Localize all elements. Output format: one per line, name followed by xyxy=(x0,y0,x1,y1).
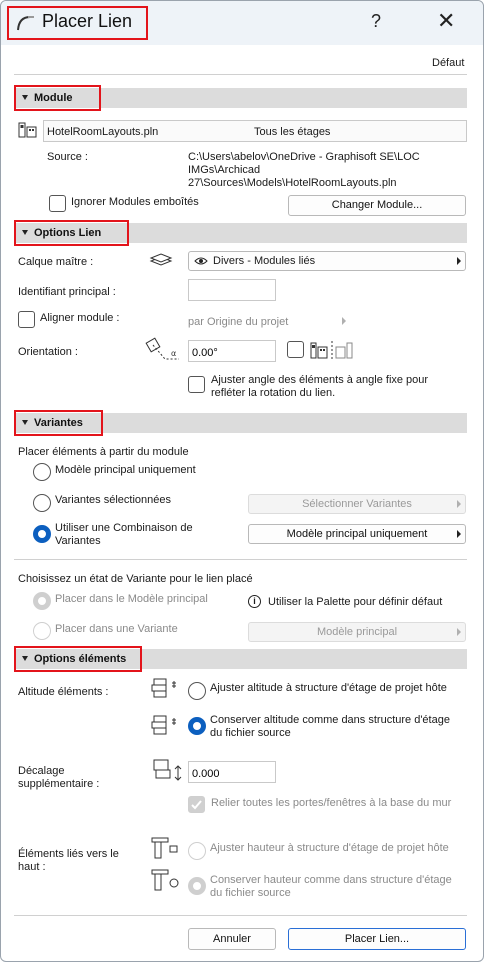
source-label: Source : xyxy=(47,151,88,163)
radio-place-variant-label: Placer dans une Variante xyxy=(55,623,178,635)
radio-keep-height-line1: Conserver hauteur comme dans structure d… xyxy=(210,874,452,886)
collapse-triangle-icon xyxy=(22,655,28,661)
radio-selected-variants[interactable] xyxy=(33,494,51,512)
align-module-value: par Origine du projet xyxy=(188,316,289,328)
radio-keep-height-line2: du fichier source xyxy=(210,887,291,899)
link-options-section-header[interactable]: Options Lien xyxy=(22,227,101,239)
mirror-buildings-icon xyxy=(310,340,358,360)
height-adjust-icon xyxy=(150,836,180,862)
close-button[interactable]: ✕ xyxy=(437,8,455,34)
orientation-angle-icon: α xyxy=(145,337,181,363)
variant-arrow-icon xyxy=(457,628,461,636)
select-variants-arrow-icon xyxy=(457,500,461,508)
radio-adjust-height[interactable] xyxy=(188,842,206,860)
radio-selected-variants-label: Variantes sélectionnées xyxy=(55,494,171,506)
cancel-button[interactable]: Annuler xyxy=(188,928,276,950)
master-layer-value: Divers - Modules liés xyxy=(213,255,316,267)
offset-label-line1: Décalage xyxy=(18,765,65,777)
place-from-label: Placer éléments à partir du module xyxy=(18,446,189,458)
module-building-icon xyxy=(18,121,38,139)
collapse-triangle-icon xyxy=(22,229,28,235)
main-id-label: Identifiant principal : xyxy=(18,286,116,298)
module-floors: Tous les étages xyxy=(254,126,331,138)
align-module-label: Aligner module : xyxy=(40,312,120,324)
elevation-keep-icon xyxy=(150,714,180,736)
combination-dropdown[interactable]: Modèle principal uniquement xyxy=(248,524,466,544)
radio-keep-elevation-line2: du fichier source xyxy=(210,727,291,739)
variants-section-header[interactable]: Variantes xyxy=(22,417,83,429)
connect-doors-checkbox[interactable] xyxy=(188,796,205,813)
radio-use-combination-line2: Variantes xyxy=(55,535,101,547)
source-path-line3: 27\Sources\Models\HotelRoomLayouts.pln xyxy=(188,177,397,189)
palette-info-text: Utiliser la Palette pour définir défaut xyxy=(268,596,443,608)
link-arc-icon xyxy=(16,14,36,32)
variant-state-label: Choisissez un état de Variante pour le l… xyxy=(18,573,253,585)
orientation-label: Orientation : xyxy=(18,346,78,358)
module-file-name: HotelRoomLayouts.pln xyxy=(47,126,159,138)
offset-input[interactable] xyxy=(188,761,276,783)
radio-keep-elevation-line1: Conserver altitude comme dans structure … xyxy=(210,714,450,726)
eye-icon xyxy=(194,256,208,266)
orientation-input[interactable] xyxy=(188,340,276,362)
mirror-checkbox[interactable] xyxy=(287,341,304,358)
divider xyxy=(14,74,467,75)
offset-label-line2: supplémentaire : xyxy=(18,778,100,790)
change-module-button[interactable]: Changer Module... xyxy=(288,195,466,216)
variant-dropdown[interactable]: Modèle principal xyxy=(248,622,466,642)
default-label: Défaut xyxy=(432,57,465,69)
dialog-window xyxy=(0,0,484,962)
element-options-section-header[interactable]: Options éléments xyxy=(22,653,126,665)
radio-place-main[interactable] xyxy=(33,592,51,610)
top-linked-label-line1: Éléments liés vers le xyxy=(18,848,119,860)
ignore-nested-label: Ignorer Modules emboîtés xyxy=(71,196,199,208)
radio-adjust-elevation[interactable] xyxy=(188,682,206,700)
radio-keep-elevation[interactable] xyxy=(188,717,206,735)
radio-use-combination[interactable] xyxy=(33,525,51,543)
collapse-triangle-icon xyxy=(22,419,28,425)
radio-adjust-elevation-label: Ajuster altitude à structure d'étage de … xyxy=(210,682,447,694)
height-keep-icon xyxy=(150,868,180,894)
module-section-header[interactable]: Module xyxy=(22,92,73,104)
top-linked-label-line2: haut : xyxy=(18,861,46,873)
elevation-label: Altitude éléments : xyxy=(18,686,109,698)
radio-keep-height[interactable] xyxy=(188,877,206,895)
align-module-checkbox[interactable] xyxy=(18,311,35,328)
master-layer-label: Calque maître : xyxy=(18,256,94,268)
source-path-line2: IMGs\Archicad xyxy=(188,164,261,176)
select-variants-button[interactable]: Sélectionner Variantes xyxy=(248,494,466,514)
radio-place-variant[interactable] xyxy=(33,622,51,640)
ignore-nested-checkbox[interactable] xyxy=(49,195,66,212)
radio-place-main-label: Placer dans le Modèle principal xyxy=(55,593,208,605)
divider xyxy=(14,915,467,916)
place-link-button[interactable]: Placer Lien... xyxy=(288,928,466,950)
elevation-adjust-icon xyxy=(150,677,180,699)
radio-main-only-label: Modèle principal uniquement xyxy=(55,464,196,476)
align-arrow-icon xyxy=(342,317,346,325)
collapse-triangle-icon xyxy=(22,94,28,100)
adjust-angle-line1: Ajuster angle des éléments à angle fixe … xyxy=(211,374,429,386)
adjust-angle-line2: refléter la rotation du lien. xyxy=(211,387,336,399)
info-icon: i xyxy=(248,595,261,608)
adjust-angle-checkbox[interactable] xyxy=(188,376,205,393)
radio-main-only[interactable] xyxy=(33,463,51,481)
radio-adjust-height-label: Ajuster hauteur à structure d'étage de p… xyxy=(210,842,449,854)
dropdown-arrow-icon xyxy=(457,257,461,265)
dialog-title: Placer Lien xyxy=(42,11,133,31)
radio-use-combination-line1: Utiliser une Combinaison de xyxy=(55,522,193,534)
offset-icon xyxy=(152,758,184,782)
connect-doors-label: Relier toutes les portes/fenêtres à la b… xyxy=(211,797,452,809)
svg-text:α: α xyxy=(171,349,176,358)
main-id-input[interactable] xyxy=(188,279,276,301)
source-path-line1: C:\Users\abelov\OneDrive - Graphisoft SE… xyxy=(188,151,420,163)
combination-arrow-icon xyxy=(457,530,461,538)
divider xyxy=(14,559,467,560)
layers-icon xyxy=(148,252,174,268)
help-button[interactable]: ? xyxy=(371,11,381,32)
